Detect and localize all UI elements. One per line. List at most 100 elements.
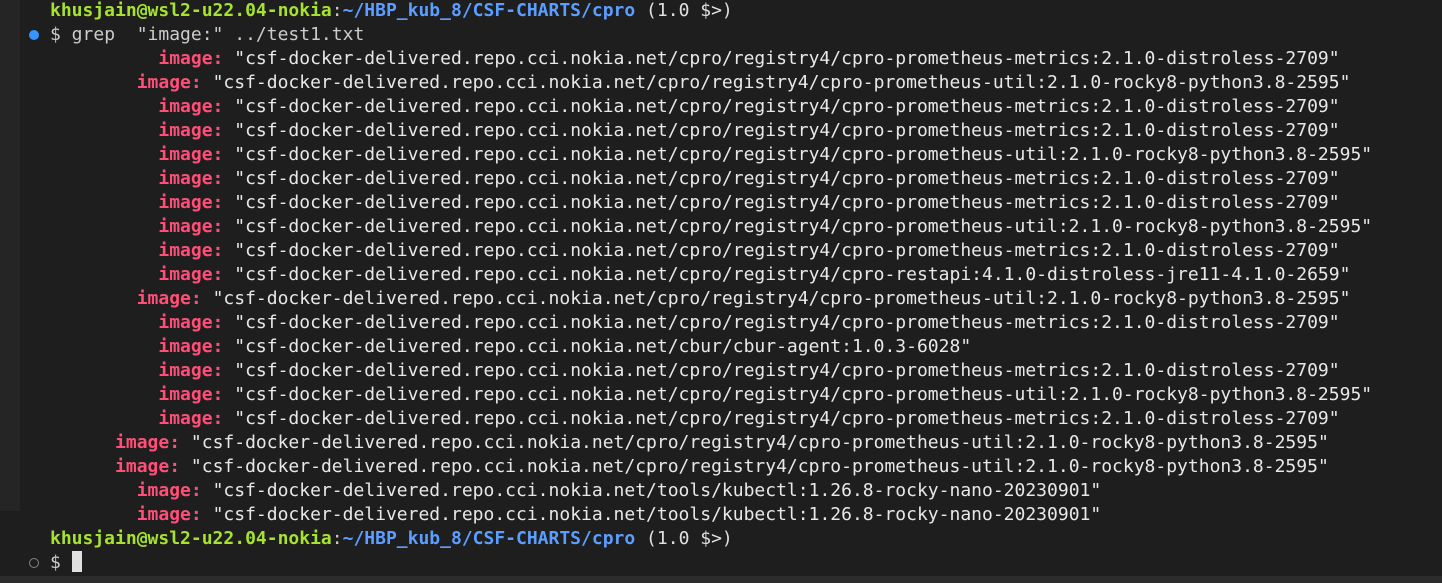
prompt-user-host: khusjain@wsl2-u22.04-nokia [50,528,332,549]
output-line: image: "csf-docker-delivered.repo.cci.no… [0,503,1442,527]
image-value: "csf-docker-delivered.repo.cci.nokia.net… [223,120,1340,141]
output-indent [50,48,158,69]
image-value: "csf-docker-delivered.repo.cci.nokia.net… [223,336,972,357]
output-indent [50,192,158,213]
output-indent [50,120,158,141]
image-value: "csf-docker-delivered.repo.cci.nokia.net… [223,96,1340,117]
image-value: "csf-docker-delivered.repo.cci.nokia.net… [223,144,1373,165]
output-indent [50,144,158,165]
image-key: image: [115,432,181,453]
output-line: image: "csf-docker-delivered.repo.cci.no… [0,47,1442,71]
output-indent [50,240,158,261]
command-line: $ grep "image:" ../test1.txt [0,23,1442,47]
image-key: image: [158,336,224,357]
input-line[interactable]: $ [0,551,1442,575]
image-value: "csf-docker-delivered.repo.cci.nokia.net… [223,408,1340,429]
image-value: "csf-docker-delivered.repo.cci.nokia.net… [223,48,1340,69]
input-dollar: $ [50,552,72,573]
prompt-cwd: ~/HBP_kub_8/CSF-CHARTS/cpro [342,0,636,21]
output-line: image: "csf-docker-delivered.repo.cci.no… [0,71,1442,95]
output-line: image: "csf-docker-delivered.repo.cci.no… [0,191,1442,215]
terminal-output[interactable]: khusjain@wsl2-u22.04-nokia:~/HBP_kub_8/C… [0,0,1442,575]
output-line: image: "csf-docker-delivered.repo.cci.no… [0,359,1442,383]
command-dollar: $ [50,24,61,45]
output-line: image: "csf-docker-delivered.repo.cci.no… [0,119,1442,143]
image-key: image: [158,168,224,189]
output-indent [50,216,158,237]
output-line: image: "csf-docker-delivered.repo.cci.no… [0,383,1442,407]
command-text: grep "image:" ../test1.txt [60,24,365,45]
output-indent [50,96,158,117]
image-key: image: [136,72,202,93]
output-line: image: "csf-docker-delivered.repo.cci.no… [0,215,1442,239]
output-line: image: "csf-docker-delivered.repo.cci.no… [0,479,1442,503]
command-empty-circle-icon [29,558,39,568]
prompt-colon: : [331,528,343,549]
output-indent [50,408,158,429]
image-value: "csf-docker-delivered.repo.cci.nokia.net… [223,360,1340,381]
output-indent [50,480,137,501]
image-key: image: [158,120,224,141]
output-line: image: "csf-docker-delivered.repo.cci.no… [0,167,1442,191]
output-line: image: "csf-docker-delivered.repo.cci.no… [0,455,1442,479]
image-value: "csf-docker-delivered.repo.cci.nokia.net… [201,504,1102,525]
image-value: "csf-docker-delivered.repo.cci.nokia.net… [223,168,1340,189]
prompt-line: khusjain@wsl2-u22.04-nokia:~/HBP_kub_8/C… [0,0,1442,23]
image-key: image: [136,504,202,525]
image-key: image: [158,240,224,261]
command-success-circle-icon[interactable] [29,30,39,40]
prompt-cwd: ~/HBP_kub_8/CSF-CHARTS/cpro [342,528,636,549]
prompt-git-branch: (1.0 $>) [635,528,733,549]
output-indent [50,168,158,189]
image-key: image: [158,144,224,165]
image-value: "csf-docker-delivered.repo.cci.nokia.net… [201,72,1351,93]
output-indent [50,312,158,333]
output-line: image: "csf-docker-delivered.repo.cci.no… [0,311,1442,335]
image-value: "csf-docker-delivered.repo.cci.nokia.net… [223,216,1373,237]
output-indent [50,72,137,93]
prompt-user-host: khusjain@wsl2-u22.04-nokia [50,0,332,21]
output-line: image: "csf-docker-delivered.repo.cci.no… [0,239,1442,263]
image-value: "csf-docker-delivered.repo.cci.nokia.net… [223,192,1340,213]
image-value: "csf-docker-delivered.repo.cci.nokia.net… [201,288,1351,309]
output-line: image: "csf-docker-delivered.repo.cci.no… [0,263,1442,287]
image-key: image: [158,48,224,69]
image-key: image: [136,288,202,309]
output-indent [50,360,158,381]
image-value: "csf-docker-delivered.repo.cci.nokia.net… [223,264,1351,285]
image-value: "csf-docker-delivered.repo.cci.nokia.net… [180,432,1329,453]
image-key: image: [115,456,181,477]
image-value: "csf-docker-delivered.repo.cci.nokia.net… [223,384,1373,405]
terminal-cursor[interactable] [71,551,82,572]
image-key: image: [158,96,224,117]
image-key: image: [158,360,224,381]
next-prompt-line: khusjain@wsl2-u22.04-nokia:~/HBP_kub_8/C… [0,527,1442,551]
output-line: image: "csf-docker-delivered.repo.cci.no… [0,407,1442,431]
image-key: image: [158,216,224,237]
output-line: image: "csf-docker-delivered.repo.cci.no… [0,335,1442,359]
image-value: "csf-docker-delivered.repo.cci.nokia.net… [223,240,1340,261]
grep-output: image: "csf-docker-delivered.repo.cci.no… [0,47,1442,527]
image-key: image: [158,264,224,285]
prompt-colon: : [331,0,343,21]
output-line: image: "csf-docker-delivered.repo.cci.no… [0,431,1442,455]
panel-bottom-edge [0,576,1442,583]
prompt-git-branch: (1.0 $>) [635,0,733,21]
image-key: image: [158,408,224,429]
output-indent [50,504,137,525]
output-line: image: "csf-docker-delivered.repo.cci.no… [0,95,1442,119]
output-indent [50,456,115,477]
output-line: image: "csf-docker-delivered.repo.cci.no… [0,287,1442,311]
image-key: image: [158,192,224,213]
image-key: image: [158,312,224,333]
output-indent [50,336,158,357]
image-value: "csf-docker-delivered.repo.cci.nokia.net… [180,456,1329,477]
output-indent [50,264,158,285]
image-value: "csf-docker-delivered.repo.cci.nokia.net… [201,480,1102,501]
image-key: image: [136,480,202,501]
image-key: image: [158,384,224,405]
output-indent [50,432,115,453]
output-indent [50,384,158,405]
output-indent [50,288,137,309]
output-line: image: "csf-docker-delivered.repo.cci.no… [0,143,1442,167]
